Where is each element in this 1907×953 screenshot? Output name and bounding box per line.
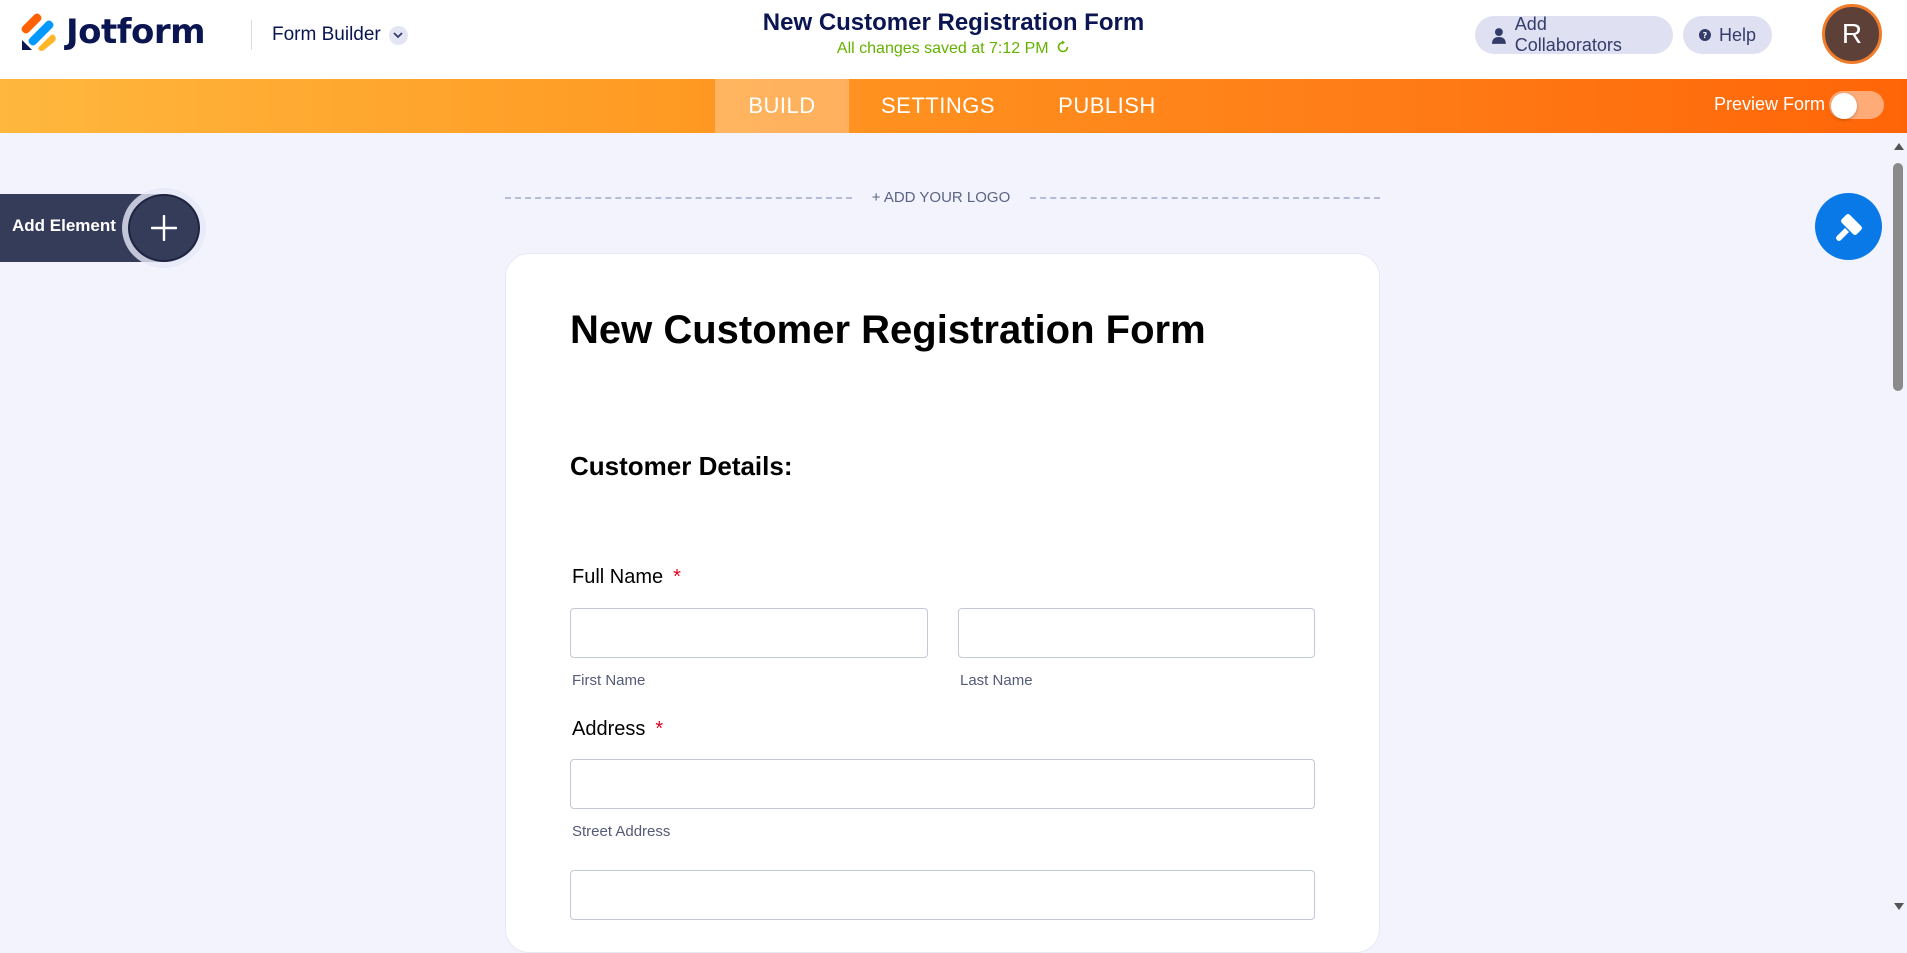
avatar[interactable]: R (1822, 4, 1882, 64)
jotform-logo-icon (21, 13, 56, 51)
scroll-down-icon[interactable] (1894, 903, 1904, 910)
add-collaborators-label: Add Collaborators (1514, 14, 1622, 55)
svg-text:?: ? (1703, 31, 1708, 40)
tab-settings[interactable]: SETTINGS (849, 79, 1027, 133)
form-builder-menu[interactable]: Form Builder (272, 22, 408, 48)
scrollbar-thumb[interactable] (1893, 163, 1903, 391)
save-status-text: All changes saved at 7:12 PM (836, 40, 1049, 57)
address-label[interactable]: Address * (572, 718, 663, 741)
add-element-button[interactable] (128, 194, 200, 262)
section-heading[interactable]: Customer Details: (570, 451, 793, 482)
first-name-input[interactable] (570, 608, 928, 658)
street-address-sublabel: Street Address (572, 823, 671, 840)
form-heading[interactable]: New Customer Registration Form (570, 308, 1206, 353)
toggle-knob (1831, 93, 1857, 119)
save-status: All changes saved at 7:12 PM (600, 40, 1307, 58)
add-element-label: Add Element (12, 216, 116, 235)
required-mark: * (655, 718, 664, 740)
street-address-line-2-input[interactable] (570, 870, 1315, 920)
refresh-icon (1057, 40, 1069, 53)
form-title[interactable]: New Customer Registration Form (600, 9, 1307, 37)
add-element-panel[interactable]: Add Element (0, 194, 200, 262)
full-name-label-text: Full Name (572, 566, 664, 588)
add-collaborators-button[interactable]: Add Collaborators (1475, 14, 1673, 55)
tab-build[interactable]: BUILD (715, 79, 849, 133)
tab-publish[interactable]: PUBLISH (1027, 79, 1187, 133)
address-label-text: Address (572, 718, 646, 740)
form-builder-label: Form Builder (272, 24, 381, 45)
plus-icon (151, 215, 177, 241)
help-label: Help (1718, 24, 1756, 45)
header-divider (251, 20, 252, 50)
help-button[interactable]: ? Help (1683, 16, 1772, 54)
last-name-sublabel: Last Name (960, 672, 1033, 689)
preview-form-toggle[interactable] (1829, 91, 1884, 119)
full-name-label[interactable]: Full Name * (572, 566, 681, 589)
scroll-up-icon[interactable] (1894, 143, 1904, 150)
jotform-logo[interactable]: Jotform (20, 12, 206, 52)
top-header: Jotform Form Builder New Customer Regist… (0, 0, 1907, 79)
required-mark: * (673, 566, 681, 588)
form-card (505, 253, 1380, 953)
street-address-input[interactable] (570, 759, 1315, 809)
logo-dash-left (505, 197, 852, 199)
brand-name: Jotform (66, 12, 206, 52)
form-designer-button[interactable] (1815, 193, 1882, 260)
add-logo-link[interactable]: + ADD YOUR LOGO (852, 189, 1030, 206)
logo-dash-right (1030, 197, 1380, 199)
scrollbar[interactable] (1890, 133, 1907, 924)
chevron-down-icon (388, 25, 408, 45)
builder-nav: BUILD SETTINGS PUBLISH Preview Form (0, 79, 1907, 133)
first-name-sublabel: First Name (572, 672, 646, 689)
user-icon (1491, 27, 1506, 44)
preview-form-label: Preview Form (1714, 94, 1826, 114)
last-name-input[interactable] (958, 608, 1315, 658)
question-circle-icon: ? (1699, 29, 1711, 41)
paint-roller-icon (1835, 213, 1862, 241)
